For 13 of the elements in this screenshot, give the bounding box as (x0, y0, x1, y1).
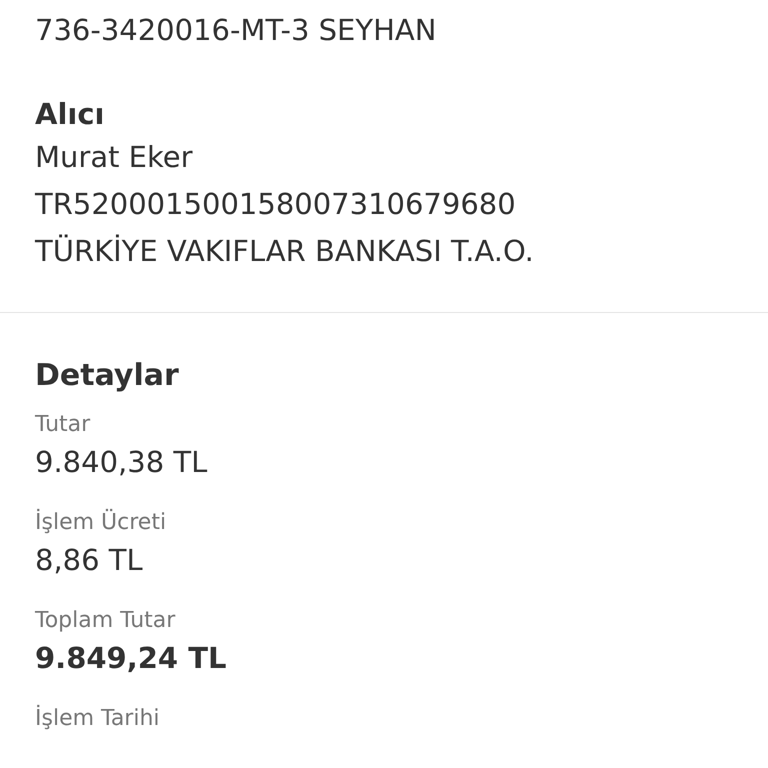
field-value: 9.840,38 TL (35, 444, 208, 481)
recipient-line: Murat Eker (35, 139, 194, 176)
field-label: İşlem Tarihi (35, 704, 161, 733)
details-heading: Detaylar (35, 357, 180, 395)
recipient-heading: Alıcı (35, 96, 106, 133)
recipient-line: TÜRKİYE VAKIFLAR BANKASI T.A.O. (35, 233, 535, 270)
recipient-line: TR520001500158007310679680 (35, 186, 517, 223)
field-label: İşlem Ücreti (35, 508, 168, 537)
branch-text: 736-3420016-MT-3 SEYHAN (35, 12, 438, 49)
field-value: 9.849,24 TL (35, 640, 228, 677)
field-value: 8,86 TL (35, 542, 144, 579)
field-label: Toplam Tutar (35, 607, 176, 635)
field-label: Tutar (35, 411, 92, 439)
